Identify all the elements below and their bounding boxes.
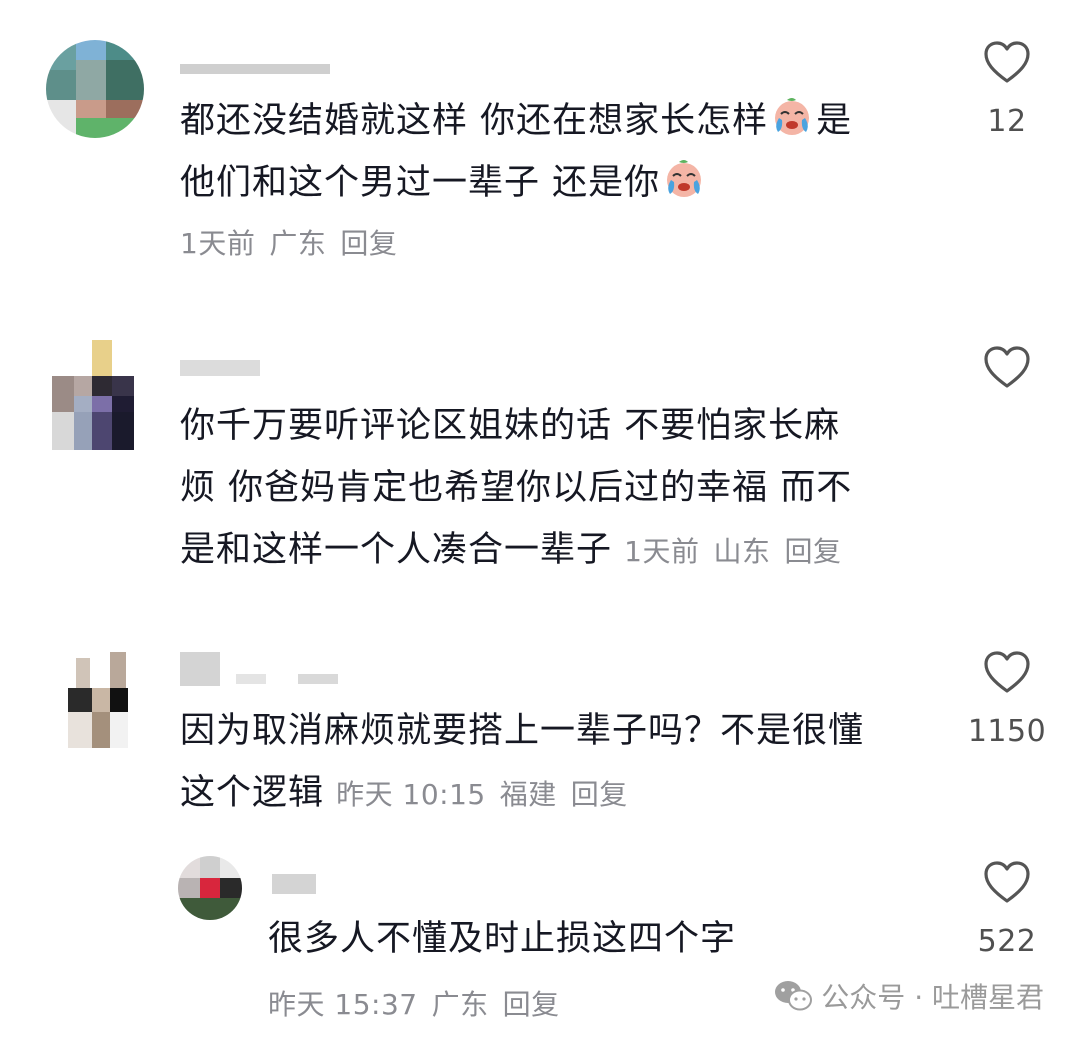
- like-button[interactable]: 12: [962, 40, 1052, 139]
- heart-icon: [984, 651, 1030, 693]
- comment-location: 广东: [269, 227, 327, 260]
- reply-button[interactable]: 回复: [340, 227, 397, 260]
- comment-text: 因为取消麻烦就要搭上一辈子吗？不是很懂 这个逻辑 昨天 10:15 福建 回复: [180, 700, 950, 826]
- comment-text-line: 因为取消麻烦就要搭上一辈子吗？不是很懂: [180, 711, 865, 751]
- heart-icon: [984, 346, 1030, 388]
- comment-text-line: 他们和这个男过一辈子 还是你: [180, 163, 661, 203]
- avatar[interactable]: [46, 340, 146, 450]
- comment-meta: 1天前 山东 回复: [624, 535, 855, 568]
- username[interactable]: [180, 58, 340, 80]
- reply-button[interactable]: 回复: [785, 535, 842, 568]
- heart-icon: [984, 861, 1030, 903]
- avatar[interactable]: [46, 652, 142, 748]
- comment-text: 都还没结婚就这样 你还在想家长怎样 是 他们和这个男过一辈子 还是你 1天前 广东回…: [180, 90, 940, 274]
- comment-time: 昨天 15:37: [268, 988, 418, 1021]
- comment-time: 1天前: [624, 535, 700, 568]
- comment-text: 你千万要听评论区姐妹的话 不要怕家长麻 烦 你爸妈肯定也希望你以后过的幸福 而不…: [180, 395, 940, 583]
- comment-text-line: 是和这样一个人凑合一辈子: [180, 530, 613, 570]
- watermark-label: 公众号 · 吐槽星君: [821, 981, 1044, 1014]
- comment-location: 山东: [713, 535, 771, 568]
- comment-meta: 1天前 广东 回复: [180, 214, 940, 274]
- username[interactable]: [180, 360, 270, 382]
- comment-text-line: 是: [816, 101, 853, 141]
- comment-location: 广东: [431, 988, 489, 1021]
- wechat-icon: [775, 981, 813, 1011]
- username[interactable]: [180, 652, 360, 686]
- avatar[interactable]: [178, 856, 242, 920]
- username[interactable]: [272, 870, 362, 894]
- like-count: 12: [987, 104, 1027, 139]
- avatar[interactable]: [46, 40, 144, 138]
- comment-list: 都还没结婚就这样 你还在想家长怎样是 他们和这个男过一辈子 还是你 1天前 广东回…: [0, 0, 1080, 1038]
- like-button[interactable]: [962, 345, 1052, 389]
- heart-icon: [984, 41, 1030, 83]
- comment-item: 因为取消麻烦就要搭上一辈子吗？不是很懂 这个逻辑 昨天 10:15 福建 回复 11…: [0, 640, 1080, 830]
- like-count: 522: [977, 924, 1037, 959]
- comment-text-line: 都还没结婚就这样 你还在想家长怎样: [180, 101, 769, 141]
- comment-text-line: 你千万要听评论区姐妹的话 不要怕家长麻: [180, 406, 841, 446]
- like-button[interactable]: 1150: [962, 650, 1052, 749]
- comment-text-line: 很多人不懂及时止损这四个字: [268, 919, 737, 959]
- like-button[interactable]: 522: [962, 860, 1052, 959]
- comment-text-line: 这个逻辑: [180, 773, 325, 813]
- comment-text: 很多人不懂及时止损这四个字 昨天 15:37 广东 回复: [268, 908, 948, 1038]
- watermark: 公众号 · 吐槽星君: [773, 976, 1044, 1016]
- crying-face-emoji: [775, 98, 810, 135]
- comment-item: 都还没结婚就这样 你还在想家长怎样 是 他们和这个男过一辈子 还是你 1天前 广东回…: [0, 0, 1080, 300]
- reply-button[interactable]: 回复: [571, 778, 628, 811]
- comment-text-line: 烦 你爸妈肯定也希望你以后过的幸福 而不: [180, 468, 853, 508]
- comment-time: 昨天 10:15: [336, 778, 486, 811]
- crying-face-emoji: [667, 160, 702, 197]
- comment-time: 1天前: [180, 227, 256, 260]
- reply-button[interactable]: 回复: [503, 988, 560, 1021]
- comment-meta: 昨天 10:15 福建 回复: [336, 778, 642, 811]
- comment-location: 福建: [499, 778, 557, 811]
- comment-item: 你千万要听评论区姐妹的话 不要怕家长麻 烦 你爸妈肯定也希望你以后过的幸福 而不…: [0, 320, 1080, 600]
- like-count: 1150: [967, 714, 1047, 749]
